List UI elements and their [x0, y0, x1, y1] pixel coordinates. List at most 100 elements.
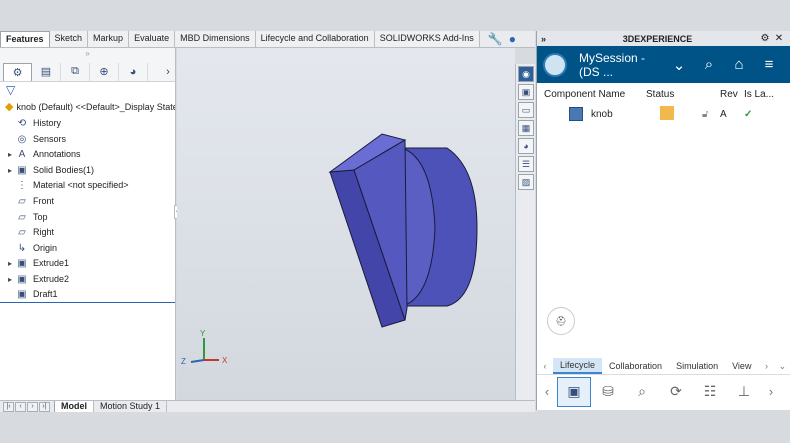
chevron-right-icon[interactable]: › — [758, 361, 774, 371]
col-status[interactable]: Status — [646, 89, 696, 100]
view-palette-icon[interactable]: ▦ — [518, 120, 534, 136]
tree-item-label: Draft1 — [33, 289, 58, 300]
material-icon: ⋮ — [17, 180, 27, 192]
expand-arrow-icon[interactable]: ▸ — [5, 256, 15, 272]
appearance-icon[interactable]: ● — [509, 32, 516, 46]
double-chevron-icon[interactable]: » — [541, 34, 557, 44]
menu-icon[interactable]: ≡ — [754, 56, 784, 73]
display-manager-icon[interactable]: ◕ — [119, 62, 148, 81]
3dexperience-icon[interactable]: ◉ — [518, 66, 534, 82]
plane-icon: ▱ — [18, 195, 26, 207]
plane-icon: ▱ — [18, 211, 26, 223]
appearances-icon[interactable]: ◕ — [518, 138, 534, 154]
settings-icon[interactable]: ⚙ — [758, 33, 772, 44]
annotations-icon: A — [18, 149, 26, 161]
tree-item[interactable]: ▱ Top — [0, 210, 175, 226]
solidworks-resources-icon[interactable]: ▨ — [518, 174, 534, 190]
tag-icon[interactable]: ⌂ — [724, 56, 754, 73]
tab-evaluate[interactable]: Evaluate — [129, 31, 176, 47]
chevron-right-icon[interactable]: › — [761, 384, 781, 399]
next-tab-icon[interactable]: › — [27, 401, 38, 412]
model-view: Y X Z — [181, 133, 478, 366]
graphics-viewport[interactable]: Y X Z — [177, 48, 515, 400]
expand-arrow-icon[interactable]: ▸ — [5, 163, 15, 179]
tree-item[interactable]: ▸ ▣ Solid Bodies(1) — [0, 163, 175, 179]
database-icon[interactable]: ⛁ — [591, 377, 625, 407]
tab-collaboration[interactable]: Collaboration — [602, 359, 669, 373]
status-bar — [0, 412, 790, 443]
save-to-3dexperience-icon[interactable]: ▣ — [557, 376, 591, 407]
tree-item[interactable]: ▸ A Annotations — [0, 147, 175, 163]
part-icon: ◆ — [5, 101, 14, 113]
tab-simulation[interactable]: Simulation — [669, 359, 725, 373]
close-icon[interactable]: ✕ — [772, 33, 786, 44]
compass-logo-icon[interactable] — [543, 52, 567, 77]
filter-icon[interactable]: ▽ — [0, 82, 175, 99]
expand-arrow-icon[interactable]: ▸ — [5, 147, 15, 163]
tab-lifecycle[interactable]: Lifecycle — [553, 358, 603, 374]
col-rev[interactable]: Rev — [720, 89, 744, 100]
bottom-tab-bar: |‹ ‹ › ›| Model Motion Study 1 — [0, 400, 535, 412]
tree-item[interactable]: ▱ Front — [0, 194, 175, 210]
tab-solidworks-addins[interactable]: SOLIDWORKS Add-Ins — [374, 31, 480, 47]
tab-view[interactable]: View — [725, 359, 758, 373]
tab-sketch[interactable]: Sketch — [49, 31, 89, 47]
chevron-left-icon[interactable]: ‹ — [537, 361, 553, 371]
tree-item-label: Annotations — [33, 149, 81, 160]
panel-grip[interactable]: » — [0, 48, 175, 62]
tree-item[interactable]: ▱ Right — [0, 225, 175, 241]
tab-lifecycle-collaboration[interactable]: Lifecycle and Collaboration — [255, 31, 375, 47]
tab-motion-study-1[interactable]: Motion Study 1 — [94, 401, 168, 412]
tree-item[interactable]: ▣ Draft1 — [0, 288, 175, 304]
feature-manager-toolbar: ⚙ ▤ ⧉ ⊕ ◕ › — [0, 62, 175, 82]
search-revision-icon[interactable]: ⌕ — [625, 377, 659, 407]
sensors-icon: ◎ — [17, 133, 27, 145]
tree-item[interactable]: ⋮ Material <not specified> — [0, 178, 175, 194]
session-name[interactable]: MySession - (DS ... — [579, 51, 664, 79]
chevron-down-icon[interactable]: ⌄ — [664, 56, 694, 74]
component-name: knob — [591, 108, 613, 120]
tree-item-label: Origin — [33, 242, 58, 253]
expand-arrow-icon[interactable]: ▸ — [5, 272, 15, 288]
axis-y-label: Y — [200, 329, 206, 338]
table-row[interactable]: knob 🔓︎ A ✓ — [537, 103, 790, 125]
chevron-down-icon[interactable]: ⌄ — [774, 361, 790, 372]
tree-item[interactable]: ◎ Sensors — [0, 132, 175, 148]
file-explorer-icon[interactable]: ▭ — [518, 102, 534, 118]
history-icon: ⟲ — [17, 118, 27, 129]
chevron-right-icon[interactable]: › — [161, 66, 175, 78]
tree-item[interactable]: ↳ Origin — [0, 241, 175, 257]
is-latest-check: ✓ — [744, 108, 753, 120]
collaborate-icon[interactable]: ⛑ — [547, 307, 575, 335]
bom-icon[interactable]: ☷ — [693, 377, 727, 407]
chevron-left-icon[interactable]: ‹ — [537, 384, 557, 399]
tab-markup[interactable]: Markup — [88, 31, 130, 47]
dimxpert-icon[interactable]: ⊕ — [90, 62, 119, 81]
design-library-icon[interactable]: ▣ — [518, 84, 534, 100]
tree-root-label: knob (Default) <<Default>_Display State — [16, 102, 175, 112]
tree-item[interactable]: ⟲ History — [0, 116, 175, 132]
tab-mbd-dimensions[interactable]: MBD Dimensions — [175, 31, 256, 47]
configuration-manager-icon[interactable]: ⧉ — [61, 62, 90, 81]
insert-component-icon[interactable]: ⊥ — [727, 377, 761, 407]
tab-model[interactable]: Model — [54, 401, 94, 412]
panel-title: 3DEXPERIENCE — [622, 33, 693, 44]
property-manager-icon[interactable]: ▤ — [32, 62, 61, 81]
col-component-name[interactable]: Component Name — [544, 89, 646, 100]
feature-manager-icon[interactable]: ⚙ — [3, 62, 32, 81]
sync-icon[interactable]: ⟳ — [659, 377, 693, 407]
custom-properties-icon[interactable]: ☰ — [518, 156, 534, 172]
col-is-latest[interactable]: Is La... — [744, 89, 776, 100]
first-tab-icon[interactable]: |‹ — [3, 401, 14, 412]
last-tab-icon[interactable]: ›| — [39, 401, 50, 412]
tree-item[interactable]: ▸ ▣ Extrude2 — [0, 272, 175, 288]
search-icon[interactable]: ⌕ — [694, 56, 724, 73]
tree-item-label: Sensors — [33, 133, 67, 144]
tree-item-label: Right — [33, 227, 55, 238]
tab-features[interactable]: Features — [0, 31, 50, 47]
tree-root[interactable]: ◆ knob (Default) <<Default>_Display Stat… — [0, 99, 175, 116]
tools-icon[interactable]: 🔧 — [488, 32, 503, 46]
prev-tab-icon[interactable]: ‹ — [15, 401, 26, 412]
tree-item[interactable]: ▸ ▣ Extrude1 — [0, 256, 175, 272]
tree-item-label: Material <not specified> — [33, 180, 129, 191]
